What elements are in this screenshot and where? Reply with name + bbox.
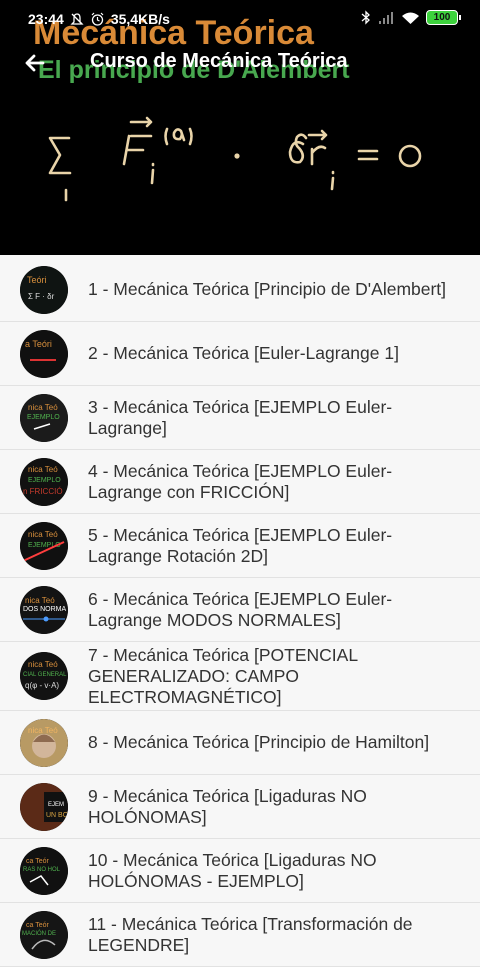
- svg-text:nica Teó: nica Teó: [28, 530, 58, 539]
- mute-icon: [70, 13, 84, 25]
- video-thumbnail: nica Teó CIAL GENERAL q(φ - v·A): [20, 652, 68, 700]
- video-thumbnail: nica Teó DOS NORMA: [20, 585, 68, 634]
- video-list: Teóri Σ F · δr 1 - Mecánica Teórica [Prin…: [0, 258, 480, 967]
- svg-text:EJEM: EJEM: [48, 802, 64, 808]
- svg-text:EJEMPLO: EJEMPLO: [28, 477, 61, 484]
- video-title: 5 - Mecánica Teórica [EJEMPLO Euler-Lagr…: [88, 524, 393, 566]
- list-item[interactable]: a Teóri 2 - Mecánica Teórica [Euler-Lagr…: [0, 322, 480, 386]
- video-title: 3 - Mecánica Teórica [EJEMPLO Euler-Lagr…: [88, 396, 393, 438]
- wifi-icon: [402, 12, 419, 24]
- hero-image: Mecánica Teórica El principio de D'Alemb…: [0, 0, 480, 255]
- svg-text:ca Teór: ca Teór: [26, 858, 49, 865]
- list-item[interactable]: nica Teó EJEMPLO n FRICCIÓ 4 - Mecánica Te…: [0, 450, 480, 514]
- bluetooth-icon: [361, 10, 370, 25]
- video-title: 6 - Mecánica Teórica [EJEMPLO Euler-Lagr…: [88, 588, 393, 630]
- list-item[interactable]: ca Teór MACIÓN DE 11 - Mecánica Teórica […: [0, 903, 480, 967]
- svg-text:Teóri: Teóri: [27, 275, 47, 285]
- video-title: 9 - Mecánica Teórica [Ligaduras NO HOLÓN…: [88, 785, 367, 827]
- list-item[interactable]: EJEM UN BO 9 - Mecánica Teórica [Ligadura…: [0, 775, 480, 839]
- svg-text:EJEMPLO: EJEMPLO: [27, 414, 60, 421]
- video-title: 4 - Mecánica Teórica [EJEMPLO Euler-Lagr…: [88, 460, 393, 502]
- list-item[interactable]: nica Teó DOS NORMA 6 - Mecánica Teórica […: [0, 578, 480, 642]
- video-thumbnail: nica Teó: [20, 718, 68, 767]
- arrow-left-icon: [25, 54, 45, 72]
- svg-text:nica Teó: nica Teó: [28, 660, 58, 669]
- svg-text:ca Teór: ca Teór: [26, 922, 49, 929]
- list-item[interactable]: ca Teór RAS NO HOL 10 - Mecánica Teórica …: [0, 839, 480, 903]
- video-thumbnail: ca Teór MACIÓN DE: [20, 910, 68, 959]
- list-item[interactable]: nica Teó EJEMPLO 3 - Mecánica Teórica [EJ…: [0, 386, 480, 450]
- battery-level: 100: [433, 12, 451, 23]
- svg-text:nica Teó: nica Teó: [28, 403, 58, 412]
- list-item[interactable]: nica Teó CIAL GENERAL q(φ - v·A) 7 - Mecán…: [0, 642, 480, 711]
- svg-text:Σ F · δr: Σ F · δr: [28, 292, 55, 301]
- video-thumbnail: ca Teór RAS NO HOL: [20, 846, 68, 895]
- svg-text:nica Teó: nica Teó: [28, 726, 58, 735]
- svg-text:RAS NO HOL: RAS NO HOL: [23, 867, 61, 873]
- svg-text:CIAL GENERAL: CIAL GENERAL: [23, 672, 67, 678]
- video-title: 11 - Mecánica Teórica [Transformación de…: [88, 913, 413, 955]
- video-title: 2 - Mecánica Teórica [Euler-Lagrange 1]: [88, 343, 399, 363]
- svg-text:nica Teó: nica Teó: [25, 596, 55, 605]
- video-thumbnail: nica Teó EJEMPLO: [20, 393, 68, 442]
- video-thumbnail: EJEM UN BO: [20, 782, 68, 831]
- video-thumbnail: a Teóri: [20, 329, 68, 378]
- video-thumbnail: Teóri Σ F · δr: [20, 265, 68, 314]
- status-bar: 23:44 35,4KB/s 100: [0, 0, 480, 38]
- alarm-icon: [91, 12, 104, 26]
- svg-text:n FRICCIÓ: n FRICCIÓ: [23, 487, 63, 496]
- video-title: 1 - Mecánica Teórica [Principio de D'Ale…: [88, 279, 447, 299]
- signal-icon: [379, 11, 393, 24]
- video-thumbnail: nica Teó EJEMPLO: [20, 521, 68, 570]
- svg-text:a Teóri: a Teóri: [25, 339, 52, 349]
- back-button[interactable]: [20, 48, 50, 78]
- svg-text:q(φ - v·A): q(φ - v·A): [25, 681, 59, 690]
- svg-text:MACIÓN DE: MACIÓN DE: [22, 930, 56, 937]
- battery-indicator: 100: [426, 10, 461, 25]
- header-banner: Mecánica Teórica El principio de D'Alemb…: [0, 0, 480, 255]
- app-title: Curso de Mecánica Teórica: [90, 50, 348, 72]
- video-title: 7 - Mecánica Teórica [POTENCIAL GENERALI…: [88, 644, 358, 707]
- video-title: 10 - Mecánica Teórica [Ligaduras NO HOLÓ…: [88, 849, 377, 891]
- video-thumbnail: nica Teó EJEMPLO n FRICCIÓ: [20, 457, 68, 506]
- list-item[interactable]: nica Teó 8 - Mecánica Teórica [Principio…: [0, 711, 480, 775]
- list-item[interactable]: Teóri Σ F · δr 1 - Mecánica Teórica [Prin…: [0, 258, 480, 322]
- video-title: 8 - Mecánica Teórica [Principio de Hamil…: [88, 732, 430, 752]
- svg-text:UN BO: UN BO: [46, 812, 68, 819]
- list-item[interactable]: nica Teó EJEMPLO 5 - Mecánica Teórica [EJ…: [0, 514, 480, 578]
- svg-text:nica Teó: nica Teó: [28, 465, 58, 474]
- svg-text:DOS NORMA: DOS NORMA: [23, 606, 67, 613]
- status-time: 23:44: [28, 11, 64, 27]
- battery-tip: [459, 15, 461, 20]
- network-speed: 35,4KB/s: [110, 11, 170, 27]
